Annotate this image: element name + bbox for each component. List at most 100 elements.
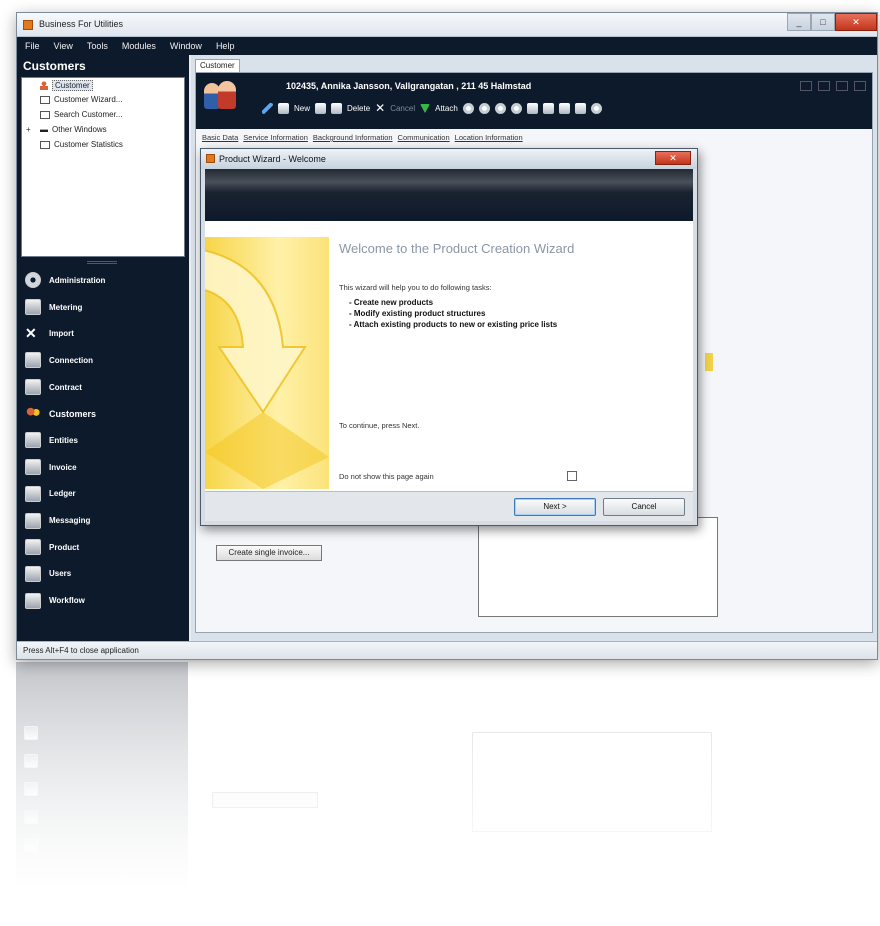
attach-icon[interactable] — [420, 104, 431, 113]
cancel-button[interactable]: Cancel — [390, 104, 415, 113]
tree-item-label: Other Windows — [52, 125, 107, 134]
window-icon — [40, 140, 50, 149]
menu-help[interactable]: Help — [216, 41, 235, 51]
menu-view[interactable]: View — [54, 41, 73, 51]
nav-product[interactable]: Product — [17, 534, 189, 561]
tab-background-information[interactable]: Background Information — [313, 133, 393, 142]
customer-title: 102435, Annika Jansson, Vallgrangatan , … — [286, 81, 532, 91]
header-minimize-icon[interactable] — [800, 81, 812, 91]
nav-entities[interactable]: Entities — [17, 427, 189, 454]
wizard-task-list: - Create new products - Modify existing … — [349, 297, 557, 330]
details-box — [478, 517, 718, 617]
nav-label: Invoice — [49, 462, 77, 472]
nav-messaging[interactable]: Messaging — [17, 507, 189, 534]
nav-ledger[interactable]: Ledger — [17, 481, 189, 508]
nav-connection[interactable]: Connection — [17, 347, 189, 374]
customers-icon — [202, 79, 238, 111]
minimize-button[interactable]: _ — [787, 13, 811, 31]
menu-window[interactable]: Window — [170, 41, 202, 51]
attach-button[interactable]: Attach — [435, 104, 458, 113]
delete-icon[interactable] — [331, 103, 343, 114]
window-controls: _ □ ✕ — [787, 13, 877, 31]
nav-contract[interactable]: Contract — [17, 374, 189, 401]
nav-label: Customers — [49, 408, 97, 419]
customer-header: 102435, Annika Jansson, Vallgrangatan , … — [196, 73, 872, 129]
people-icon — [25, 405, 41, 422]
tree-item-customer[interactable]: Customer — [40, 80, 93, 91]
next-button[interactable]: Next > — [514, 498, 596, 516]
create-single-invoice-button[interactable]: Create single invoice... — [216, 545, 322, 561]
maximize-button[interactable]: □ — [811, 13, 835, 31]
first-icon[interactable] — [494, 103, 506, 114]
tree-item-customer-wizard[interactable]: Customer Wizard... — [40, 95, 122, 104]
nav-workflow[interactable]: Workflow — [17, 587, 189, 614]
splitter-grip[interactable] — [87, 261, 117, 264]
tab-service-information[interactable]: Service Information — [243, 133, 308, 142]
nav-administration[interactable]: Administration — [17, 267, 189, 294]
task-item: - Create new products — [349, 298, 434, 307]
menu-modules[interactable]: Modules — [122, 41, 156, 51]
tree-item-label: Customer Wizard... — [54, 95, 123, 104]
nav-label: Administration — [49, 275, 106, 285]
header-window-controls — [800, 81, 866, 91]
last-icon[interactable] — [510, 103, 522, 114]
delete-button[interactable]: Delete — [347, 104, 370, 113]
wizard-heading: Welcome to the Product Creation Wizard — [339, 241, 575, 256]
tab-communication[interactable]: Communication — [398, 133, 450, 142]
highlight-marker — [705, 353, 713, 371]
tree-item-customer-statistics[interactable]: Customer Statistics — [40, 140, 123, 149]
product-wizard-dialog: Product Wizard - Welcome ✕ Welcome to th… — [200, 148, 698, 526]
customer-tree: Customer Customer Wizard... Search Custo… — [21, 77, 185, 257]
dont-show-checkbox[interactable] — [567, 471, 577, 481]
wizard-arrow-graphic — [205, 237, 329, 489]
menu-file[interactable]: File — [25, 41, 40, 51]
tab-customer[interactable]: Customer — [195, 59, 240, 72]
refresh-icon[interactable] — [590, 103, 602, 114]
invoice-icon — [25, 459, 41, 476]
save-icon[interactable] — [315, 103, 327, 114]
tab-location-information[interactable]: Location Information — [455, 133, 523, 142]
header-restore-icon[interactable] — [818, 81, 830, 91]
folder-icon[interactable] — [542, 103, 554, 114]
gear-icon — [25, 272, 41, 289]
wizard-footer: Next > Cancel — [205, 491, 693, 521]
contract-icon — [25, 379, 41, 396]
tree-item-other-windows[interactable]: ▬ Other Windows — [40, 125, 107, 134]
tree-item-search-customer[interactable]: Search Customer... — [40, 110, 122, 119]
menu-tools[interactable]: Tools — [87, 41, 108, 51]
nav-label: Import — [49, 329, 74, 339]
nav-import[interactable]: ✕ Import — [17, 320, 189, 347]
nav-label: Product — [49, 542, 80, 552]
new-icon[interactable] — [278, 103, 289, 114]
nav-label: Metering — [49, 302, 83, 312]
back-icon[interactable] — [462, 103, 474, 114]
wizard-close-button[interactable]: ✕ — [655, 151, 691, 165]
tree-item-label: Customer Statistics — [54, 140, 123, 149]
tab-basic-data[interactable]: Basic Data — [202, 133, 238, 142]
panel-header: Customers — [23, 59, 86, 73]
print-icon[interactable] — [574, 103, 586, 114]
window-icon — [40, 110, 50, 119]
nav-label: Entities — [49, 435, 78, 445]
lock-icon[interactable] — [526, 103, 538, 114]
expand-icon[interactable]: + — [26, 125, 31, 134]
header-close-icon[interactable] — [854, 81, 866, 91]
nav-metering[interactable]: Metering — [17, 294, 189, 321]
ledger-icon — [25, 485, 41, 502]
nav-users[interactable]: Users — [17, 561, 189, 588]
nav-invoice[interactable]: Invoice — [17, 454, 189, 481]
forward-icon[interactable] — [478, 103, 490, 114]
document-icon[interactable] — [558, 103, 570, 114]
new-button[interactable]: New — [294, 104, 310, 113]
cancel-button[interactable]: Cancel — [603, 498, 685, 516]
window-icon — [40, 95, 50, 104]
cancel-icon[interactable]: ✕ — [375, 102, 385, 114]
folder-icon: ▬ — [40, 125, 48, 134]
edit-icon[interactable] — [262, 103, 273, 114]
down-arrow-icon — [205, 249, 329, 489]
nav-customers[interactable]: Customers — [17, 400, 189, 427]
close-button[interactable]: ✕ — [835, 13, 877, 31]
header-pin-icon[interactable] — [836, 81, 848, 91]
wizard-body: Welcome to the Product Creation Wizard T… — [205, 221, 693, 491]
nav-label: Workflow — [49, 596, 85, 606]
